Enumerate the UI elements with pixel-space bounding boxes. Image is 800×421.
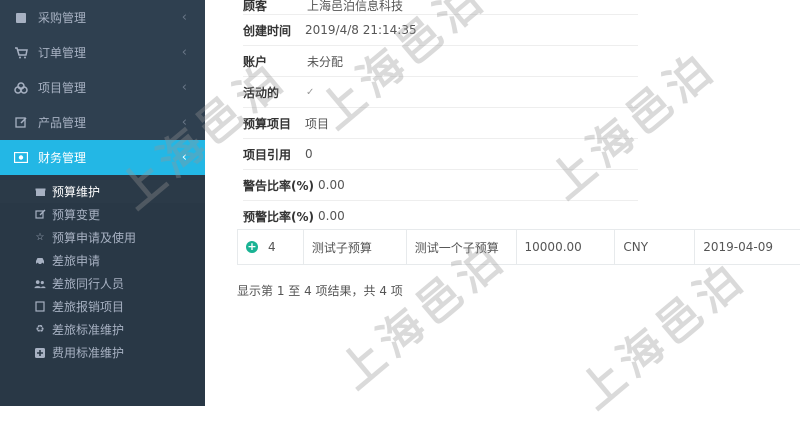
detail-value: 未分配: [307, 54, 344, 69]
detail-row-created: 创建时间 2019/4/8 21:14:35: [243, 15, 638, 46]
detail-label: 预算项目: [243, 116, 292, 131]
detail-value: 2019/4/8 21:14:35: [305, 23, 417, 37]
book-icon: [12, 11, 30, 25]
detail-row-account: 账户 未分配: [243, 46, 638, 77]
subitem-label: 预算变更: [52, 208, 101, 222]
subitem-label: 预算维护: [52, 185, 101, 199]
subitem-travel-apply[interactable]: 差旅申请: [0, 249, 205, 272]
edit-icon: [34, 209, 46, 221]
chevron-left-icon: ‹: [181, 115, 187, 130]
budget-amount-cell: 10000.00: [517, 230, 616, 264]
subitem-budget-apply[interactable]: ☆ 预算申请及使用: [0, 226, 205, 249]
car-icon: [34, 255, 46, 267]
budget-detail-panel: 顾客 上海邑泊信息科技 创建时间 2019/4/8 21:14:35 账户 未分…: [243, 0, 638, 231]
plus-circle-icon[interactable]: +: [246, 241, 258, 253]
budget-name-cell: 测试子预算: [304, 230, 407, 264]
subitem-budget-change[interactable]: 预算变更: [0, 203, 205, 226]
nav-item-orders[interactable]: 订单管理 ‹: [0, 35, 205, 70]
detail-label: 顾客: [243, 0, 268, 13]
subitem-label: 差旅报销项目: [52, 300, 125, 314]
users-icon: [34, 278, 46, 290]
nav-item-label: 项目管理: [38, 81, 87, 95]
detail-label: 活动的: [243, 85, 280, 100]
star-icon: ☆: [35, 232, 45, 243]
nav-item-procurement[interactable]: 采购管理 ‹: [0, 0, 205, 35]
chevron-left-icon: ‹: [181, 80, 187, 95]
nav-item-label: 财务管理: [38, 151, 87, 165]
nav-item-label: 订单管理: [38, 46, 87, 60]
detail-value: 0: [305, 147, 313, 161]
detail-row-project-ref: 项目引用 0: [243, 139, 638, 170]
money-icon: [12, 151, 30, 165]
subitem-travel-standards[interactable]: ♻ 差旅标准维护: [0, 318, 205, 341]
subitem-label: 差旅同行人员: [52, 277, 125, 291]
nav-item-projects[interactable]: 项目管理 ‹: [0, 70, 205, 105]
sidebar: 采购管理 ‹ 订单管理 ‹ 项目管理 ‹ 产品管理 ‹ 财务管理 ‹ 预算维护 …: [0, 0, 205, 406]
detail-row-alert-ratio: 预警比率(%) 0.00: [243, 201, 638, 231]
edit-icon: [12, 116, 30, 130]
detail-row-customer: 顾客 上海邑泊信息科技: [243, 0, 638, 15]
table-row[interactable]: + 4 测试子预算 测试一个子预算 10000.00 CNY 2019-04-0…: [237, 229, 800, 265]
nav-item-products[interactable]: 产品管理 ‹: [0, 105, 205, 140]
pagination-summary: 显示第 1 至 4 项结果，共 4 项: [237, 284, 403, 298]
recycle-icon: ♻: [35, 324, 45, 335]
chevron-left-icon: ‹: [181, 45, 187, 60]
subitem-label: 预算申请及使用: [52, 231, 137, 245]
row-number-cell: + 4: [238, 230, 304, 264]
row-number: 4: [268, 240, 276, 254]
finance-submenu: 预算维护 预算变更 ☆ 预算申请及使用 差旅申请 差旅同行人员 差旅报销项目 ♻…: [0, 175, 205, 406]
detail-label: 预警比率(%): [243, 209, 314, 224]
plus-square-icon: [34, 347, 46, 359]
date-cell: 2019-04-09: [703, 240, 773, 254]
detail-label: 账户: [243, 54, 268, 69]
detail-label: 警告比率(%): [243, 178, 314, 193]
file-icon: [34, 301, 46, 313]
budget-description-cell: 测试一个子预算: [407, 230, 517, 264]
detail-value: 上海邑泊信息科技: [307, 0, 404, 13]
subitem-label: 差旅申请: [52, 254, 101, 268]
currency-cell: CNY: [615, 230, 696, 264]
check-icon: ✓: [306, 86, 315, 98]
cubes-icon: [12, 81, 30, 95]
gift-icon: [34, 186, 46, 198]
subitem-label: 差旅标准维护: [52, 323, 125, 337]
nav-item-label: 采购管理: [38, 11, 87, 25]
subitem-travel-reimbursement[interactable]: 差旅报销项目: [0, 295, 205, 318]
subitem-budget-maintenance[interactable]: 预算维护: [0, 180, 205, 203]
detail-value: 0.00: [318, 209, 345, 223]
detail-row-warn-ratio: 警告比率(%) 0.00: [243, 170, 638, 201]
subitem-expense-standards[interactable]: 费用标准维护: [0, 341, 205, 364]
nav-item-finance[interactable]: 财务管理 ‹: [0, 140, 205, 175]
chevron-left-icon: ‹: [181, 10, 187, 25]
main-content: 顾客 上海邑泊信息科技 创建时间 2019/4/8 21:14:35 账户 未分…: [205, 0, 800, 401]
chevron-left-icon: ‹: [181, 150, 187, 165]
detail-row-active: 活动的 ✓: [243, 77, 638, 108]
detail-value: 0.00: [318, 178, 345, 192]
subitem-label: 费用标准维护: [52, 346, 125, 360]
cart-icon: [12, 46, 30, 60]
detail-label: 创建时间: [243, 23, 292, 38]
detail-label: 项目引用: [243, 147, 292, 162]
nav-item-label: 产品管理: [38, 116, 87, 130]
subitem-travel-companions[interactable]: 差旅同行人员: [0, 272, 205, 295]
detail-value: 项目: [305, 116, 330, 131]
detail-row-budget-item: 预算项目 项目: [243, 108, 638, 139]
